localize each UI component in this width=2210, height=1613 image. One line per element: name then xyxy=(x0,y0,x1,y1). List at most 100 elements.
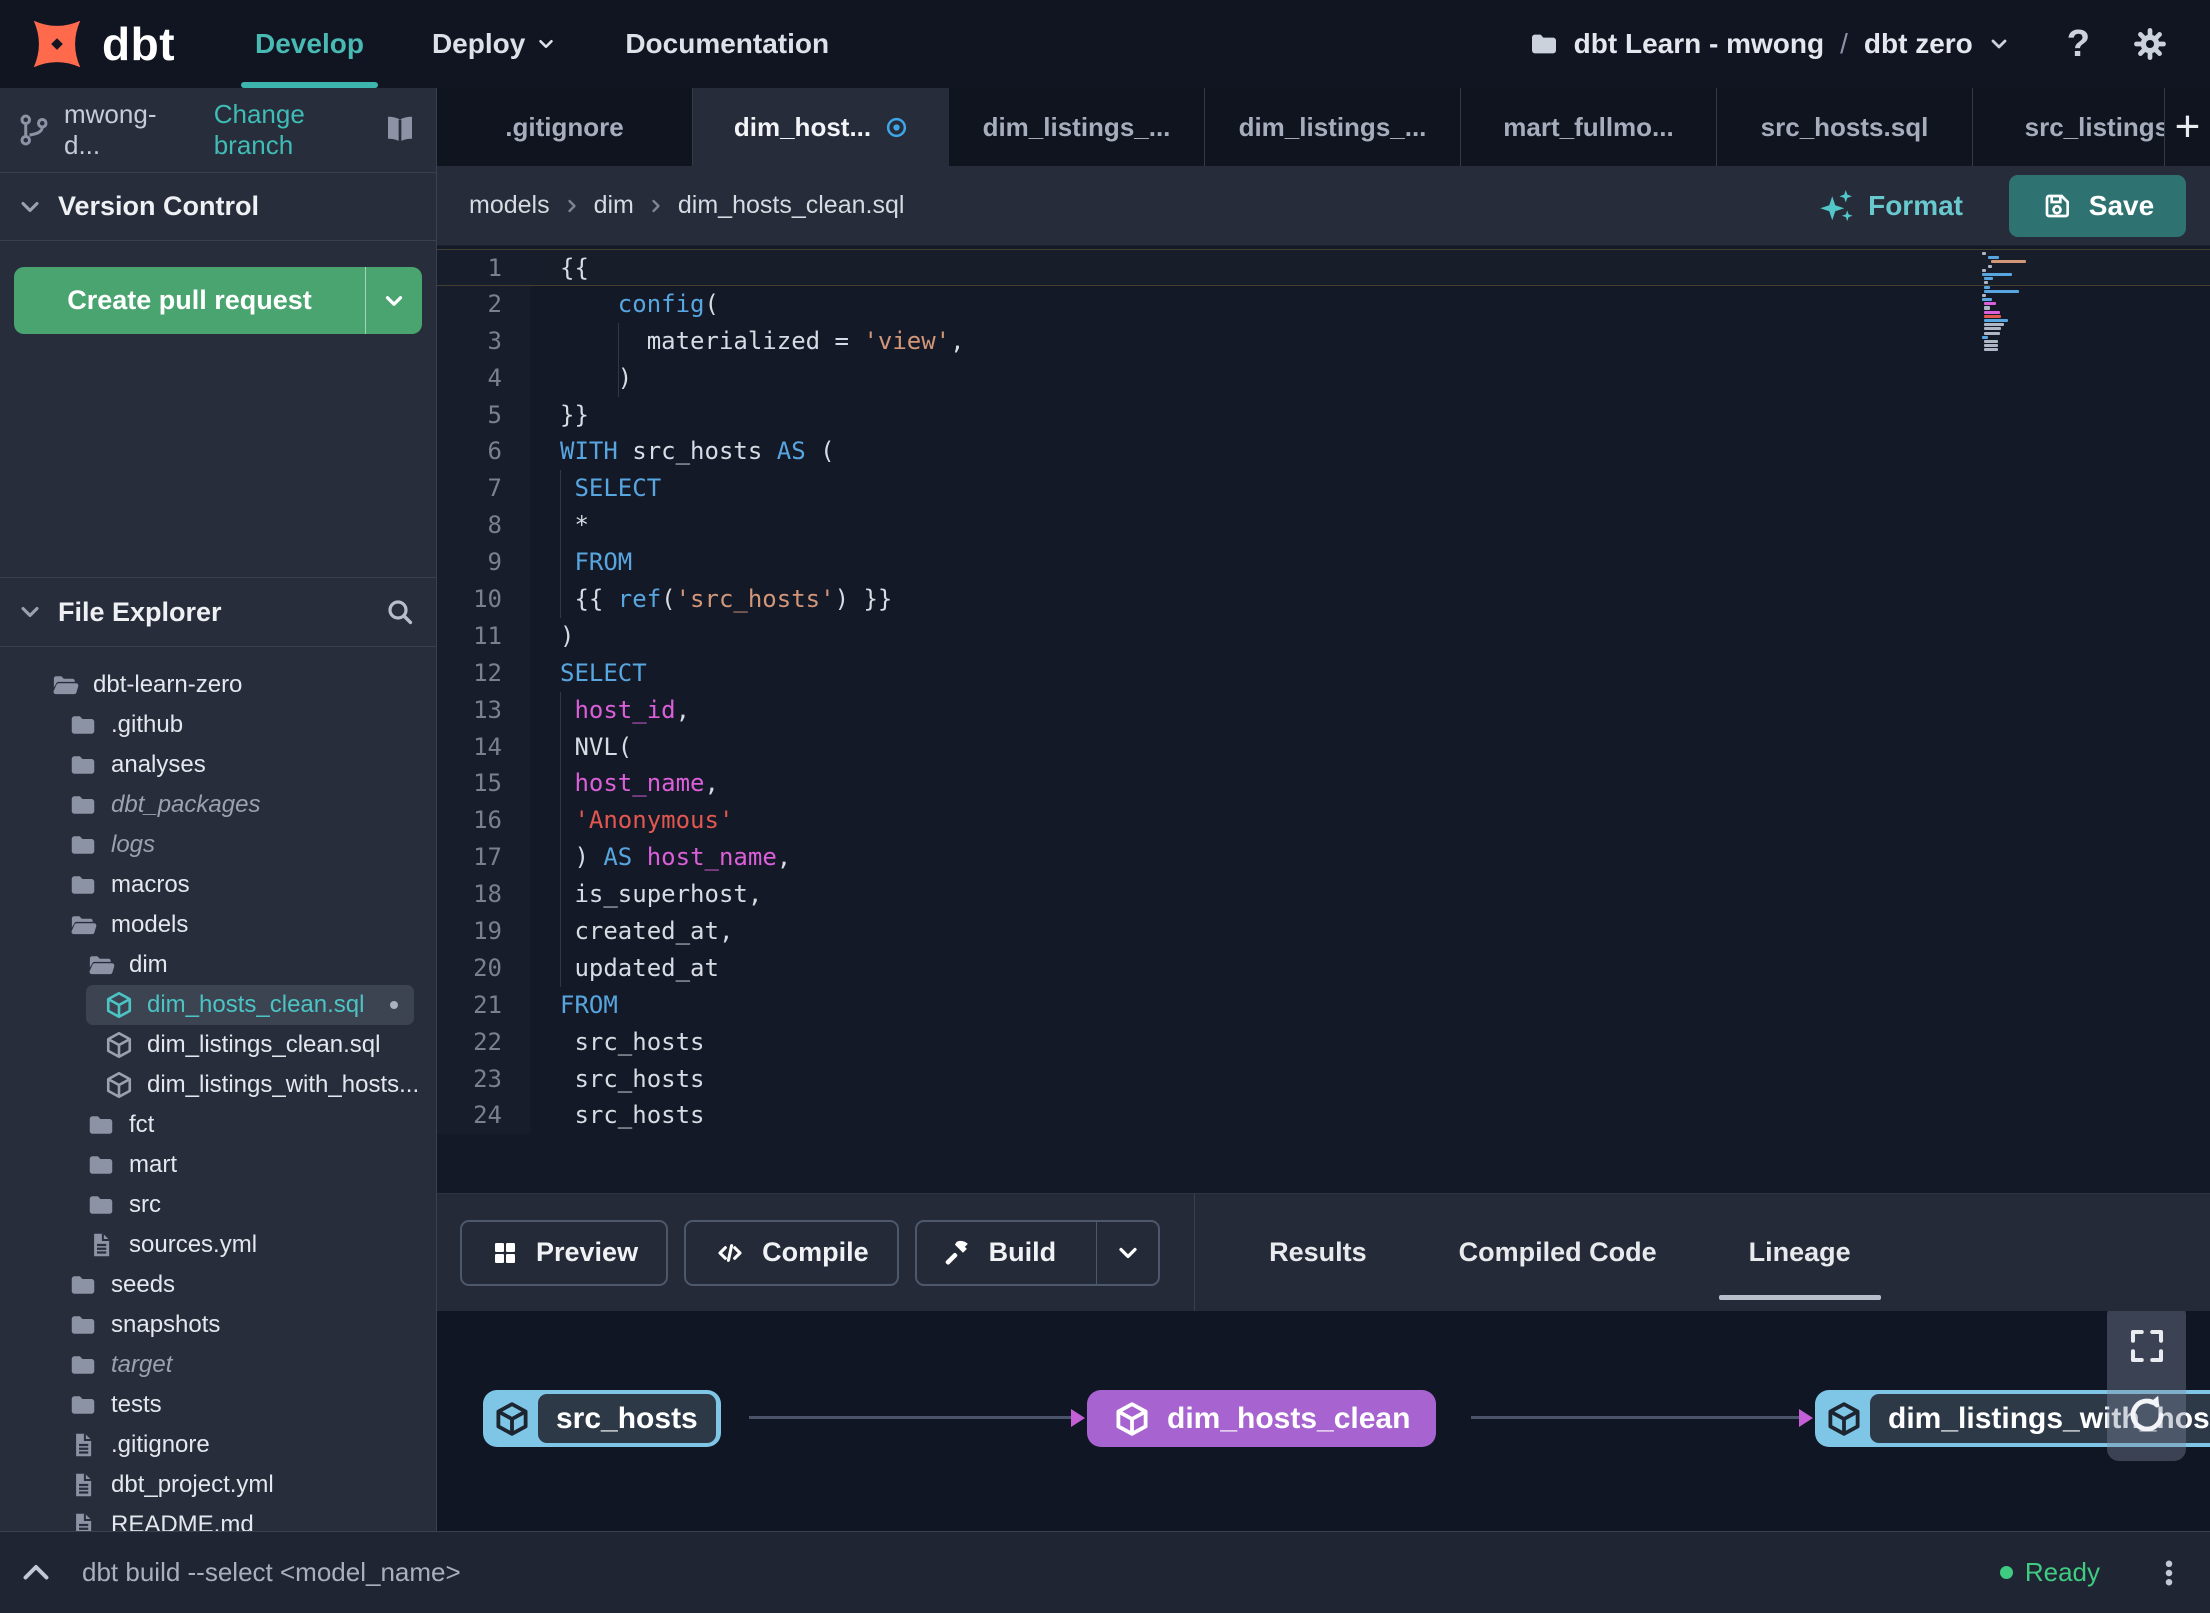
minimap[interactable] xyxy=(1982,252,2040,353)
panel-tab-compiled-code[interactable]: Compiled Code xyxy=(1429,1194,1687,1312)
code-line-13[interactable]: 13 host_id, xyxy=(437,691,2210,729)
code-line-18[interactable]: 18 is_superhost, xyxy=(437,876,2210,914)
chevron-down-icon xyxy=(1987,32,2011,56)
breadcrumb-dim[interactable]: dim xyxy=(594,191,634,220)
breadcrumb-models[interactable]: models xyxy=(469,191,550,220)
code-line-21[interactable]: 21 FROM xyxy=(437,986,2210,1024)
minimap-line xyxy=(1983,331,2000,335)
tree-item-seeds[interactable]: seeds xyxy=(0,1265,436,1305)
tree-item-tests[interactable]: tests xyxy=(0,1385,436,1425)
tree-item-logs[interactable]: logs xyxy=(0,825,436,865)
fullscreen-icon[interactable] xyxy=(2126,1325,2168,1367)
create-pull-request-button[interactable]: Create pull request xyxy=(14,267,422,334)
code-line-9[interactable]: 9 FROM xyxy=(437,544,2210,582)
tab-dim_host...[interactable]: dim_host... xyxy=(693,88,949,166)
refresh-icon[interactable] xyxy=(2123,1391,2171,1439)
tab-src_hosts.sql[interactable]: src_hosts.sql xyxy=(1717,88,1973,166)
tree-item-.github[interactable]: .github xyxy=(0,705,436,745)
settings-button[interactable] xyxy=(2130,24,2170,64)
code-line-22[interactable]: 22 src_hosts xyxy=(437,1023,2210,1061)
panel-tab-lineage[interactable]: Lineage xyxy=(1718,1194,1881,1312)
change-branch-link[interactable]: Change branch xyxy=(214,99,382,161)
code-line-20[interactable]: 20 updated_at xyxy=(437,949,2210,987)
tree-item-README.md[interactable]: README.md xyxy=(0,1505,436,1531)
save-button[interactable]: Save xyxy=(2009,174,2186,237)
command-input[interactable]: dbt build --select <model_name> xyxy=(82,1557,461,1588)
code-line-23[interactable]: 23 src_hosts xyxy=(437,1060,2210,1098)
lineage-node-dim_hosts_clean[interactable]: dim_hosts_clean xyxy=(1087,1390,1437,1447)
tab-dim_listings_...[interactable]: dim_listings_... xyxy=(1205,88,1461,166)
code-line-8[interactable]: 8 * xyxy=(437,507,2210,545)
dbt-logo-icon xyxy=(26,13,88,75)
format-button[interactable]: Format xyxy=(1818,188,1963,224)
tree-item-snapshots[interactable]: snapshots xyxy=(0,1305,436,1345)
tab-mart_fullmo...[interactable]: mart_fullmo... xyxy=(1461,88,1717,166)
tab-dim_listings_...[interactable]: dim_listings_... xyxy=(949,88,1205,166)
tree-item-dim_hosts_clean.sql[interactable]: dim_hosts_clean.sql xyxy=(86,985,414,1025)
build-button[interactable]: Build xyxy=(914,1219,1161,1286)
tree-item-src[interactable]: src xyxy=(0,1185,436,1225)
tree-item-dim_listings_clean.sql[interactable]: dim_listings_clean.sql xyxy=(0,1025,436,1065)
compile-button[interactable]: Compile xyxy=(684,1219,899,1286)
lineage-node-src_hosts[interactable]: src_hosts xyxy=(483,1390,721,1447)
code-line-12[interactable]: 12 SELECT xyxy=(437,654,2210,692)
code-line-5[interactable]: 5}} xyxy=(437,396,2210,434)
tree-item-dbt-learn-zero[interactable]: dbt-learn-zero xyxy=(0,665,436,705)
file-explorer-header[interactable]: File Explorer xyxy=(0,577,436,647)
code-line-19[interactable]: 19 created_at, xyxy=(437,913,2210,950)
tab-.gitignore[interactable]: .gitignore xyxy=(437,88,693,166)
tree-item-macros[interactable]: macros xyxy=(0,865,436,905)
tree-item-models[interactable]: models xyxy=(0,905,436,945)
minimap-line xyxy=(1983,277,1994,281)
tree-item-.gitignore[interactable]: .gitignore xyxy=(0,1425,436,1465)
code-line-17[interactable]: 17 ) AS host_name, xyxy=(437,839,2210,877)
model-cube-icon xyxy=(1825,1400,1863,1438)
code-line-3[interactable]: 3 materialized = 'view', xyxy=(437,322,2210,360)
preview-button[interactable]: Preview xyxy=(460,1219,669,1286)
folder-icon xyxy=(89,1116,113,1134)
lineage-panel[interactable]: src_hosts dim_hosts_clean dim_listings_wit… xyxy=(437,1311,2210,1531)
code-line-4[interactable]: 4 ) xyxy=(437,359,2210,397)
chevron-up-icon[interactable] xyxy=(18,1555,54,1591)
kebab-menu-icon[interactable] xyxy=(2152,1556,2186,1590)
nav-develop[interactable]: Develop xyxy=(241,0,378,88)
code-line-6[interactable]: 6 WITH src_hosts AS ( xyxy=(437,433,2210,471)
docs-book-icon[interactable] xyxy=(382,112,418,148)
code-editor[interactable]: 1{{2 config(3 materialized = 'view', 4 ) 5… xyxy=(437,246,2210,1193)
dbt-logo[interactable]: dbt xyxy=(26,13,175,75)
line-number: 10 xyxy=(437,581,530,618)
project-picker[interactable]: dbt Learn - mwong / dbt zero xyxy=(1528,28,2011,60)
tree-item-dim_listings_with_hosts...[interactable]: dim_listings_with_hosts... xyxy=(0,1065,436,1105)
help-button[interactable]: ? xyxy=(2067,23,2090,66)
tree-item-target[interactable]: target xyxy=(0,1345,436,1385)
code-line-1[interactable]: 1 {{ xyxy=(437,249,2210,286)
code-line-11[interactable]: 11) xyxy=(437,617,2210,655)
tree-item-mart[interactable]: mart xyxy=(0,1145,436,1185)
tree-item-dbt_packages[interactable]: dbt_packages xyxy=(0,785,436,825)
code-line-10[interactable]: 10 {{ ref('src_hosts') }} xyxy=(437,581,2210,618)
code-line-2[interactable]: 2 config( xyxy=(437,285,2210,323)
code-line-16[interactable]: 16 'Anonymous' xyxy=(437,802,2210,840)
tree-item-sources.yml[interactable]: sources.yml xyxy=(0,1225,436,1265)
nav-deploy[interactable]: Deploy xyxy=(424,0,565,88)
code-line-24[interactable]: 24 src_hosts xyxy=(437,1097,2210,1135)
tree-item-analyses[interactable]: analyses xyxy=(0,745,436,785)
tree-item-dim[interactable]: dim xyxy=(0,945,436,985)
code-line-14[interactable]: 14 NVL( xyxy=(437,728,2210,766)
branch-name[interactable]: mwong-d... xyxy=(64,99,186,161)
new-tab-button[interactable]: + xyxy=(2164,88,2210,166)
indent-guide xyxy=(560,691,561,729)
build-dropdown-button[interactable] xyxy=(1096,1221,1158,1284)
code-line-7[interactable]: 7 SELECT xyxy=(437,470,2210,508)
search-icon[interactable] xyxy=(384,596,416,628)
nav-documentation[interactable]: Documentation xyxy=(617,0,837,88)
panel-tab-results[interactable]: Results xyxy=(1239,1194,1397,1312)
folder-icon xyxy=(89,1156,113,1174)
nav-develop-label: Develop xyxy=(255,28,364,59)
tree-item-dbt_project.yml[interactable]: dbt_project.yml xyxy=(0,1465,436,1505)
version-control-header[interactable]: Version Control xyxy=(0,173,436,241)
tree-item-fct[interactable]: fct xyxy=(0,1105,436,1145)
pull-request-dropdown-button[interactable] xyxy=(365,267,422,334)
brand-wordmark: dbt xyxy=(102,18,176,70)
code-line-15[interactable]: 15 host_name, xyxy=(437,765,2210,803)
